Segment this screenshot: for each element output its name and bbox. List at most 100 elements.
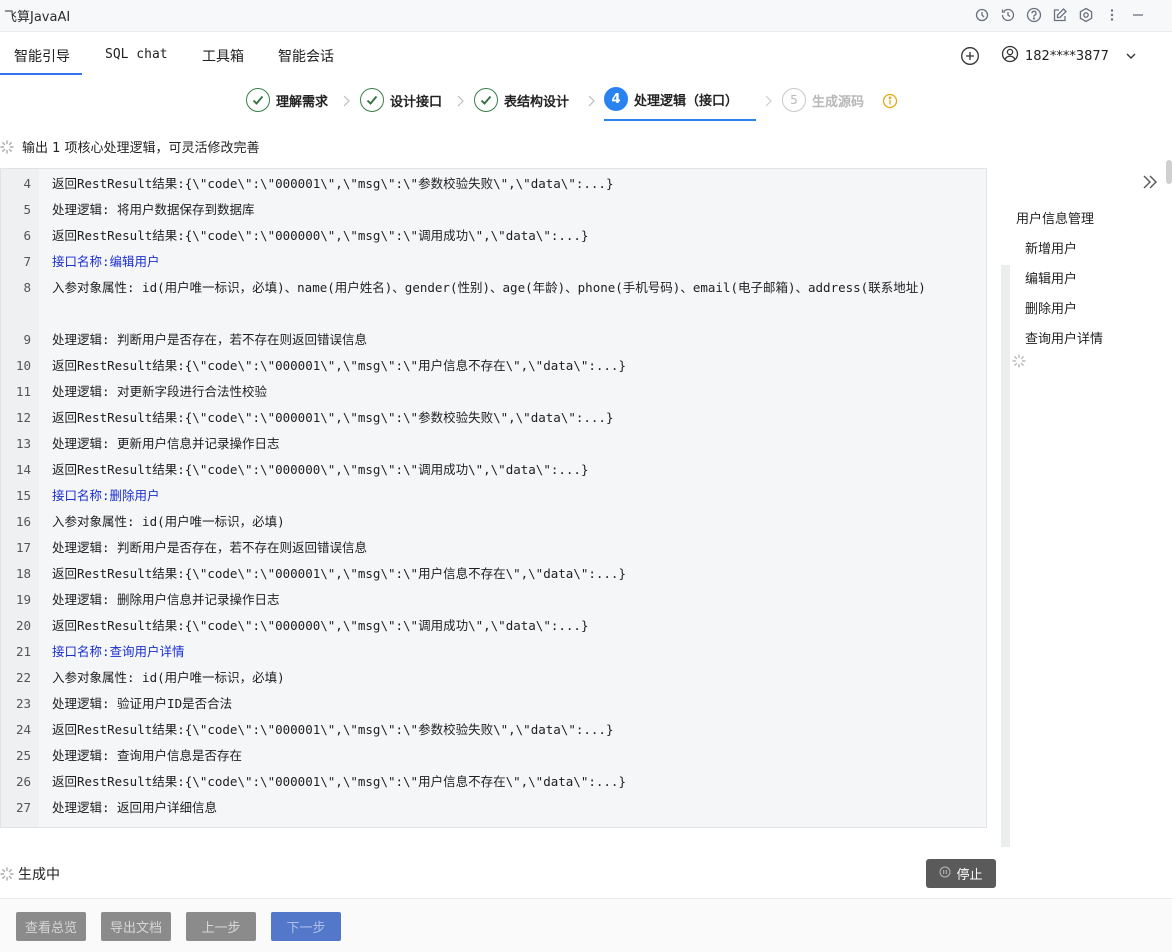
tab-smart-guide[interactable]: 智能引导 [14, 46, 70, 66]
settings-spark-icon[interactable] [972, 5, 992, 25]
outline-title[interactable]: 用户信息管理 [1016, 208, 1094, 227]
main-tabs: 智能引导 SQL chat 工具箱 智能会话 182****3877 [0, 32, 1172, 78]
add-circle-icon[interactable] [960, 46, 980, 66]
history-icon[interactable] [998, 5, 1018, 25]
panel-scrollbar[interactable] [1166, 160, 1172, 184]
line-number: 6 [23, 228, 31, 243]
line-number: 17 [15, 540, 31, 555]
line-text: 处理逻辑: 查询用户信息是否存在 [52, 748, 243, 763]
previous-step-button[interactable]: 上一步 [186, 912, 256, 941]
step-number: 5 [782, 88, 806, 112]
line-text: 处理逻辑: 返回用户详细信息 [52, 800, 218, 815]
outline-item-query-user-detail[interactable]: 查询用户详情 [1025, 328, 1103, 347]
line-text: 返回RestResult结果:{\"code\":\"000001\",\"ms… [52, 176, 614, 191]
outline-scroll-track[interactable] [1001, 265, 1010, 847]
line-number: 8 [23, 280, 31, 295]
collapse-panel-icon[interactable] [1141, 172, 1159, 192]
user-name: 182****3877 [1025, 48, 1109, 64]
next-step-button[interactable]: 下一步 [271, 912, 341, 941]
line-number: 26 [15, 774, 31, 789]
stop-button[interactable]: 停止 [926, 859, 996, 888]
line-text: 返回RestResult结果:{\"code\":\"000000\",\"ms… [52, 462, 589, 477]
step-label: 生成源码 [812, 94, 865, 110]
check-icon [360, 88, 384, 112]
line-number: 11 [15, 384, 31, 399]
step-processing-logic[interactable]: 4 处理逻辑（接口） [604, 87, 738, 111]
line-number: 16 [15, 514, 31, 529]
export-doc-button[interactable]: 导出文档 [101, 912, 171, 941]
line-number: 21 [15, 644, 31, 659]
line-number: 5 [23, 202, 31, 217]
loading-icon [0, 139, 14, 154]
line-number: 12 [15, 410, 31, 425]
loading-icon [0, 867, 14, 881]
generating-status: 生成中 [0, 864, 60, 884]
line-number: 14 [15, 462, 31, 477]
check-icon [246, 88, 270, 112]
line-text: 入参对象属性: id(用户唯一标识，必填) [52, 514, 285, 529]
generating-label: 生成中 [18, 867, 60, 883]
output-message: 输出 1 项核心处理逻辑，可灵活修改完善 [22, 141, 260, 156]
tab-smart-chat[interactable]: 智能会话 [278, 46, 334, 66]
chevron-down-icon [1125, 47, 1137, 66]
step-number: 4 [604, 87, 628, 111]
line-text: 处理逻辑: 验证用户ID是否合法 [52, 696, 233, 711]
line-text: 入参对象属性: id(用户唯一标识，必填) [52, 670, 285, 685]
line-number: 20 [15, 618, 31, 633]
line-text: 处理逻辑: 对更新字段进行合法性校验 [52, 384, 268, 399]
line-text: 返回RestResult结果:{\"code\":\"000000\",\"ms… [52, 228, 589, 243]
line-number: 18 [15, 566, 31, 581]
outline-item-add-user[interactable]: 新增用户 [1025, 238, 1077, 257]
chevron-right-icon [763, 93, 773, 107]
line-text: 处理逻辑: 判断用户是否存在，若不存在则返回错误信息 [52, 540, 368, 555]
line-number: 19 [15, 592, 31, 607]
line-number: 4 [23, 176, 31, 191]
tab-toolbox[interactable]: 工具箱 [202, 46, 244, 66]
line-number: 7 [23, 254, 31, 269]
loading-icon [1012, 353, 1026, 372]
minimize-icon[interactable] [1128, 5, 1148, 25]
step-understand-requirement[interactable]: 理解需求 [246, 88, 328, 112]
step-label: 处理逻辑（接口） [634, 93, 739, 109]
step-label: 表结构设计 [504, 94, 570, 110]
view-overview-button[interactable]: 查看总览 [16, 912, 86, 941]
line-text: 入参对象属性: id(用户唯一标识，必填)、name(用户姓名)、gender(… [52, 280, 926, 295]
step-generate-source: 5 生成源码 [782, 88, 864, 112]
pause-icon [939, 866, 951, 882]
line-text: 返回RestResult结果:{\"code\":\"000001\",\"ms… [52, 358, 626, 373]
info-icon[interactable] [882, 93, 898, 109]
gear-icon[interactable] [1076, 5, 1096, 25]
help-icon[interactable] [1024, 5, 1044, 25]
title-actions [972, 5, 1148, 25]
line-text: 返回RestResult结果:{\"code\":\"000001\",\"ms… [52, 410, 614, 425]
outline-item-delete-user[interactable]: 删除用户 [1025, 298, 1077, 317]
line-text: 处理逻辑: 删除用户信息并记录操作日志 [52, 592, 280, 607]
more-icon[interactable] [1102, 5, 1122, 25]
line-text: 返回RestResult结果:{\"code\":\"000001\",\"ms… [52, 722, 614, 737]
step-label: 设计接口 [390, 94, 443, 110]
interface-name-text: 接口名称:删除用户 [52, 488, 160, 503]
user-icon [1001, 45, 1019, 67]
user-menu[interactable]: 182****3877 [1001, 45, 1137, 67]
step-table-design[interactable]: 表结构设计 [474, 88, 569, 112]
line-text: 处理逻辑: 判断用户是否存在，若不存在则返回错误信息 [52, 332, 368, 347]
active-tab-indicator [0, 73, 82, 75]
app-title: 飞算JavaAI [4, 10, 71, 25]
output-message-row: 输出 1 项核心处理逻辑，可灵活修改完善 [0, 137, 260, 156]
step-label: 理解需求 [276, 94, 329, 110]
footer-actions: 查看总览 导出文档 上一步 下一步 [0, 898, 1172, 952]
logic-editor[interactable]: 4 返回RestResult结果:{\"code\":\"000001\",\"… [0, 168, 987, 828]
active-step-indicator [604, 119, 756, 121]
line-number: 27 [15, 800, 31, 815]
edit-icon[interactable] [1050, 5, 1070, 25]
tab-sql-chat[interactable]: SQL chat [105, 47, 168, 62]
outline-item-edit-user[interactable]: 编辑用户 [1025, 268, 1077, 287]
line-number: 9 [23, 332, 31, 347]
line-number: 15 [15, 488, 31, 503]
stop-label: 停止 [956, 868, 983, 883]
line-number: 22 [15, 670, 31, 685]
line-text: 处理逻辑: 更新用户信息并记录操作日志 [52, 436, 280, 451]
step-design-interface[interactable]: 设计接口 [360, 88, 442, 112]
line-text: 返回RestResult结果:{\"code\":\"000001\",\"ms… [52, 774, 626, 789]
interface-name-text: 接口名称:查询用户详情 [52, 644, 185, 659]
